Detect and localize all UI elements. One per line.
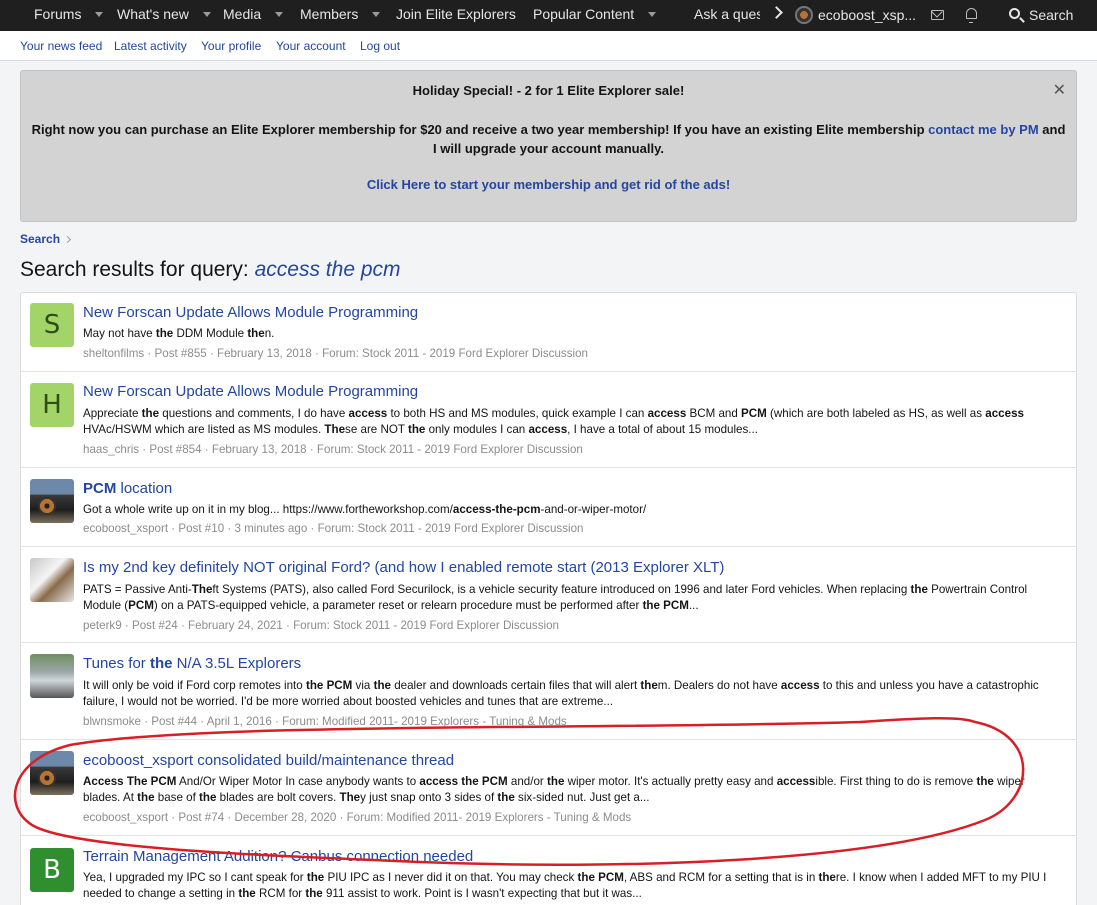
chevron-down-icon[interactable] (95, 11, 104, 17)
nav-forums[interactable]: Forums (34, 0, 104, 31)
avatar[interactable] (30, 479, 74, 523)
result-title[interactable]: New Forscan Update Allows Module Program… (83, 383, 418, 400)
result-item: PCM location Got a whole write up on it … (21, 468, 1076, 547)
mail-icon[interactable] (931, 10, 944, 20)
notice-body: Right now you can purchase an Elite Expl… (31, 122, 1066, 156)
result-item: ecoboost_xsport consolidated build/maint… (21, 740, 1076, 836)
avatar[interactable] (30, 558, 74, 602)
nav-join-elite[interactable]: Join Elite Explorers (396, 0, 516, 31)
result-item: H New Forscan Update Allows Module Progr… (21, 372, 1076, 468)
result-title[interactable]: PCM location (83, 480, 172, 497)
avatar[interactable] (30, 751, 74, 795)
chevron-right-icon[interactable] (770, 6, 783, 19)
username[interactable]: ecoboost_xsp... (818, 0, 916, 31)
nav-whats-new[interactable]: What's new (117, 0, 211, 31)
nav-popular-content[interactable]: Popular Content (533, 0, 657, 31)
chevron-down-icon[interactable] (372, 11, 381, 17)
close-icon[interactable]: ✕ (1053, 80, 1066, 100)
chevron-right-icon (63, 235, 72, 244)
result-meta: ecoboost_xsport · Post #10 · 3 minutes a… (83, 522, 584, 535)
contact-pm-link[interactable]: contact me by PM (928, 122, 1039, 137)
result-meta: blwnsmoke · Post #44 · April 1, 2016 · F… (83, 715, 567, 728)
nav-members[interactable]: Members (300, 0, 381, 31)
result-item: Is my 2nd key definitely NOT original Fo… (21, 547, 1076, 643)
bell-icon[interactable] (966, 8, 977, 23)
breadcrumb[interactable]: Search (20, 232, 60, 246)
result-snippet: PATS = Passive Anti-Theft Systems (PATS)… (83, 583, 1028, 612)
page-title: Search results for query: access the pcm (20, 258, 401, 281)
result-item: Tunes for the N/A 3.5L Explorers It will… (21, 643, 1076, 740)
result-meta: ecoboost_xsport · Post #74 · December 28… (83, 811, 632, 824)
result-snippet: Access The PCM And/Or Wiper Motor In cas… (83, 775, 1025, 804)
result-title[interactable]: Is my 2nd key definitely NOT original Fo… (83, 559, 724, 576)
result-item: B Terrain Management Addition? Canbus co… (21, 836, 1076, 905)
nav-ask-question[interactable]: Ask a question (694, 0, 760, 31)
result-meta: haas_chris · Post #854 · February 13, 20… (83, 443, 583, 456)
user-avatar[interactable] (795, 6, 813, 24)
avatar[interactable]: S (30, 303, 74, 347)
holiday-notice: Holiday Special! - 2 for 1 Elite Explore… (20, 70, 1077, 222)
chevron-down-icon[interactable] (648, 11, 657, 17)
link-latest-activity[interactable]: Latest activity (114, 31, 187, 61)
result-title[interactable]: New Forscan Update Allows Module Program… (83, 304, 418, 321)
notice-title: Holiday Special! - 2 for 1 Elite Explore… (412, 83, 685, 98)
avatar[interactable]: B (30, 848, 74, 892)
query-link[interactable]: access the pcm (255, 258, 401, 281)
result-snippet: Yea, I upgraded my IPC so I cant speak f… (83, 871, 1047, 900)
result-item: S New Forscan Update Allows Module Progr… (21, 293, 1076, 372)
avatar[interactable]: H (30, 383, 74, 427)
top-nav: Forums What's new Media Members Join Eli… (0, 0, 1097, 31)
link-news-feed[interactable]: Your news feed (20, 31, 102, 61)
chevron-down-icon[interactable] (202, 11, 211, 17)
result-meta: sheltonfilms · Post #855 · February 13, … (83, 347, 588, 360)
link-log-out[interactable]: Log out (360, 31, 400, 61)
membership-link[interactable]: Click Here to start your membership and … (367, 177, 730, 192)
link-your-profile[interactable]: Your profile (201, 31, 261, 61)
result-title[interactable]: Tunes for the N/A 3.5L Explorers (83, 655, 301, 672)
result-meta: peterk9 · Post #24 · February 24, 2021 ·… (83, 619, 559, 632)
sub-nav: Your news feed Latest activity Your prof… (0, 31, 1097, 61)
result-snippet: Appreciate the questions and comments, I… (83, 407, 1024, 436)
result-title[interactable]: ecoboost_xsport consolidated build/maint… (83, 752, 454, 769)
link-your-account[interactable]: Your account (276, 31, 346, 61)
result-title[interactable]: Terrain Management Addition? Canbus conn… (83, 848, 473, 865)
result-snippet: May not have the DDM Module then. (83, 327, 275, 340)
result-snippet: It will only be void if Ford corp remote… (83, 679, 1039, 708)
search-results: S New Forscan Update Allows Module Progr… (20, 292, 1077, 905)
result-snippet: Got a whole write up on it in my blog...… (83, 503, 647, 516)
avatar[interactable] (30, 654, 74, 698)
nav-media[interactable]: Media (223, 0, 284, 31)
search-button[interactable]: Search (1029, 0, 1073, 31)
search-icon[interactable] (1009, 8, 1020, 19)
chevron-down-icon[interactable] (275, 11, 284, 17)
